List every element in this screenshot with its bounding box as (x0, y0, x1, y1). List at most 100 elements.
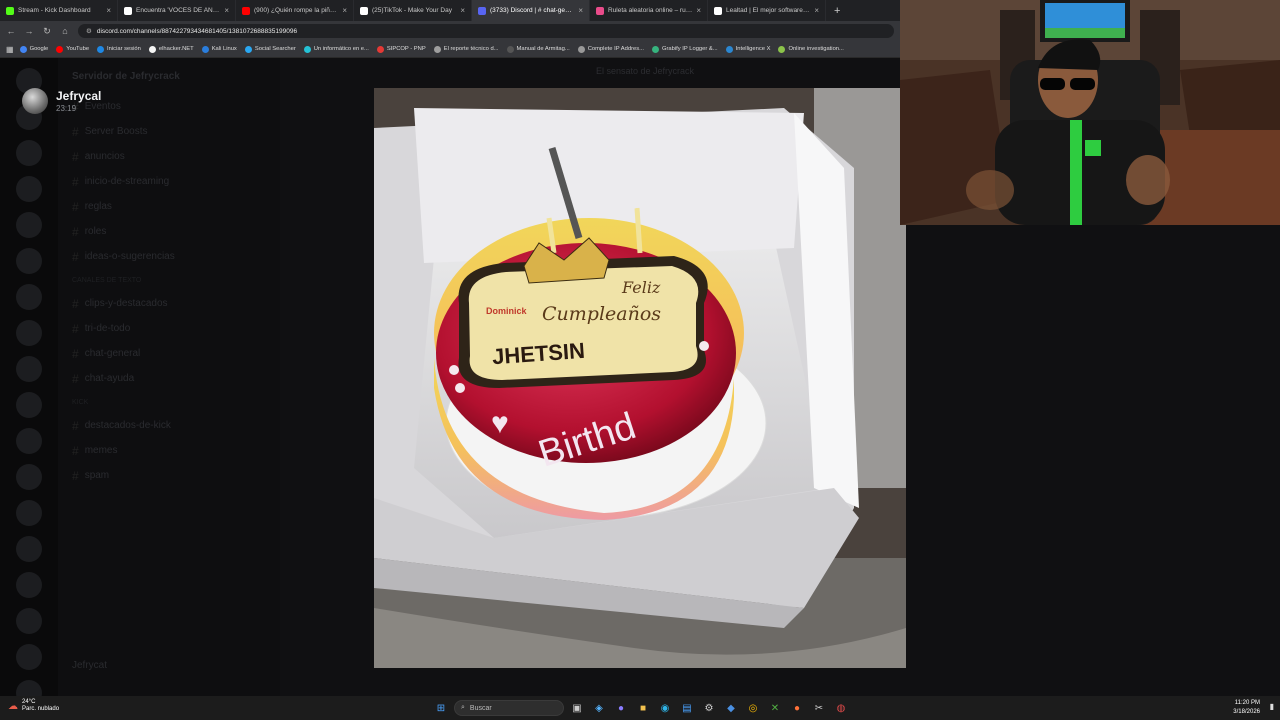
hashtag-icon: # (72, 418, 79, 433)
forward-icon[interactable]: → (24, 26, 34, 36)
close-tab-icon[interactable]: × (696, 6, 701, 15)
channel-label: tri-de-todo (84, 323, 131, 334)
server-icon[interactable] (16, 140, 42, 166)
store-icon[interactable]: ▤ (678, 699, 696, 717)
channel-item[interactable]: # memes (58, 438, 280, 463)
channel-category[interactable]: Canales de texto (58, 269, 280, 291)
channel-item[interactable]: # destacados-de-kick (58, 413, 280, 438)
server-icon[interactable] (16, 356, 42, 382)
obs-icon[interactable]: ◍ (832, 699, 850, 717)
server-icon[interactable] (16, 536, 42, 562)
close-tab-icon[interactable]: × (224, 6, 229, 15)
weather-icon: ☁ (8, 700, 18, 712)
vscode-icon[interactable]: ◆ (722, 699, 740, 717)
bookmark-item[interactable]: Grabify IP Logger &... (651, 45, 718, 53)
server-icon[interactable] (16, 320, 42, 346)
hashtag-icon: # (72, 149, 79, 164)
bookmark-item[interactable]: El reporte técnico d... (433, 45, 499, 53)
browser-tab[interactable]: (25)TikTok - Make Your Day × (354, 0, 472, 21)
browser-tab[interactable]: (900) ¿Quién rompe la piñata? × (236, 0, 354, 21)
bookmark-item[interactable]: Social Searcher (244, 45, 296, 53)
bookmark-item[interactable]: Complete IP Addres... (577, 45, 644, 53)
bookmarks-bar: ▦ Google YouTube Iniciar sesión elhacker.NE… (0, 41, 900, 58)
close-tab-icon[interactable]: × (578, 6, 583, 15)
file-explorer-icon[interactable]: ■ (634, 699, 652, 717)
bookmark-item[interactable]: Iniciar sesión (97, 45, 141, 53)
close-tab-icon[interactable]: × (342, 6, 347, 15)
start-icon[interactable]: ⊞ (432, 699, 450, 717)
server-list (0, 58, 58, 706)
attachment-photo[interactable]: Feliz Cumpleaños Dominick JHETSIN ♥ Birt… (374, 88, 906, 668)
bookmark-label: Kali Linux (211, 46, 237, 52)
server-icon[interactable] (16, 644, 42, 670)
bookmark-item[interactable]: Online investigation... (778, 45, 844, 53)
firefox-icon[interactable]: ● (788, 699, 806, 717)
url-field[interactable]: ⚙ discord.com/channels/88742279343468140… (78, 24, 894, 38)
site-info-icon[interactable]: ⚙ (86, 27, 92, 35)
bookmark-item[interactable]: Intelligence X (725, 45, 770, 53)
copilot-icon[interactable]: ◈ (590, 699, 608, 717)
tab-favicon-icon (124, 6, 132, 15)
hashtag-icon: # (72, 124, 79, 139)
home-icon[interactable]: ⌂ (60, 26, 70, 36)
channel-item[interactable]: # chat-ayuda (58, 366, 280, 391)
weather-widget[interactable]: ☁ 24°C Parc. nublado (8, 699, 59, 713)
browser-tab[interactable]: (3733) Discord | # chat-general × (472, 0, 590, 21)
browser-tab[interactable]: Encuentra 'VOCES DE ANIMME' × (118, 0, 236, 21)
reload-icon[interactable]: ↻ (42, 26, 52, 37)
xbox-icon[interactable]: ✕ (766, 699, 784, 717)
channel-item[interactable]: # roles (58, 219, 280, 244)
bookmark-item[interactable]: Un informático en e... (303, 45, 369, 53)
channel-label: inicio-de-streaming (84, 176, 170, 187)
bookmark-label: Online investigation... (788, 46, 844, 52)
tab-favicon-icon (360, 6, 368, 15)
task-view-icon[interactable]: ▣ (568, 699, 586, 717)
close-tab-icon[interactable]: × (814, 6, 819, 15)
channel-item[interactable]: # reglas (58, 194, 280, 219)
browser-tab[interactable]: Ruleta aleatoria online – ruleta × (590, 0, 708, 21)
hashtag-icon: # (72, 249, 79, 264)
channel-item[interactable]: # chat-general (58, 341, 280, 366)
edge-icon[interactable]: ◉ (656, 699, 674, 717)
server-icon[interactable] (16, 428, 42, 454)
apps-grid-icon[interactable]: ▦ (6, 45, 14, 54)
channel-item[interactable]: # anuncios (58, 144, 280, 169)
system-tray-clock[interactable]: 11:20 PM 3/18/2026 (1233, 699, 1260, 717)
server-icon[interactable] (16, 572, 42, 598)
snipping-tool-icon[interactable]: ✂ (810, 699, 828, 717)
bookmark-item[interactable]: Manual de Armitag... (506, 45, 570, 53)
bookmark-item[interactable]: Kali Linux (201, 45, 237, 53)
server-icon[interactable] (16, 500, 42, 526)
close-tab-icon[interactable]: × (460, 6, 465, 15)
server-icon[interactable] (16, 212, 42, 238)
server-icon[interactable] (16, 392, 42, 418)
back-icon[interactable]: ← (6, 26, 16, 36)
server-icon[interactable] (16, 608, 42, 634)
channel-item[interactable]: # tri-de-todo (58, 316, 280, 341)
channel-item[interactable]: # ideas-o-sugerencias (58, 244, 280, 269)
server-icon[interactable] (16, 464, 42, 490)
channel-item[interactable]: # Server Boosts (58, 119, 280, 144)
bookmark-list: Google YouTube Iniciar sesión elhacker.NET K… (19, 45, 844, 53)
bookmark-item[interactable]: SIPCOP - PNP (376, 45, 426, 53)
new-tab-icon[interactable]: + (826, 5, 848, 17)
server-icon[interactable] (16, 248, 42, 274)
bookmark-item[interactable]: Google (19, 45, 48, 53)
channel-item[interactable]: # clips-y-destacados (58, 291, 280, 316)
browser-tab[interactable]: Stream - Kick Dashboard × (0, 0, 118, 21)
chrome-icon[interactable]: ◎ (744, 699, 762, 717)
channel-item[interactable]: # spam (58, 463, 280, 488)
taskbar-search[interactable]: ⌕ Buscar (454, 700, 564, 716)
server-icon[interactable] (16, 176, 42, 202)
server-icon[interactable] (16, 284, 42, 310)
bookmark-item[interactable]: YouTube (56, 45, 89, 53)
channel-item[interactable]: # inicio-de-streaming (58, 169, 280, 194)
bookmark-item[interactable]: elhacker.NET (148, 45, 194, 53)
avatar[interactable] (22, 88, 48, 114)
teams-icon[interactable]: ● (612, 699, 630, 717)
channel-category[interactable]: Kick (58, 391, 280, 413)
browser-tab[interactable]: Lealtad | El mejor software para × (708, 0, 826, 21)
settings-icon[interactable]: ⚙ (700, 699, 718, 717)
close-tab-icon[interactable]: × (106, 6, 111, 15)
notification-icon[interactable]: ▮ (1270, 702, 1274, 711)
